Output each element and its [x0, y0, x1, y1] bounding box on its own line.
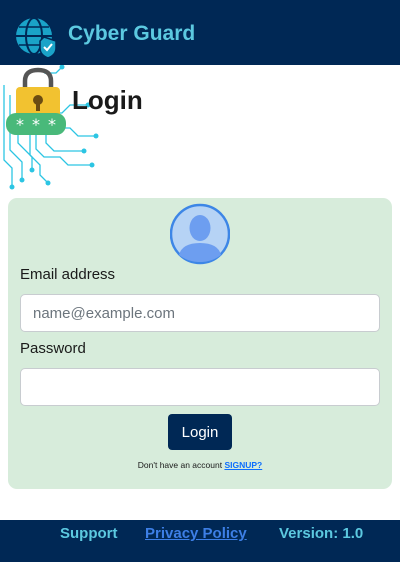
login-card: Email address Password Login Don't have …: [8, 198, 392, 489]
signup-prompt: Don't have an account SIGNUP?: [8, 460, 392, 470]
padlock-password-icon: * * *: [6, 67, 66, 135]
signup-link[interactable]: SIGNUP?: [224, 460, 262, 470]
support-link[interactable]: Support: [60, 525, 118, 542]
svg-text:*: *: [16, 115, 24, 134]
password-label: Password: [20, 340, 86, 357]
version-label: Version: 1.0: [279, 525, 364, 542]
svg-text:*: *: [48, 115, 56, 134]
user-avatar-icon: [170, 203, 230, 265]
password-field[interactable]: [20, 368, 380, 406]
page-header: * * * Login: [0, 65, 400, 195]
privacy-policy-link[interactable]: Privacy Policy: [145, 525, 247, 542]
globe-shield-icon[interactable]: [14, 15, 60, 59]
page-title: Login: [72, 85, 143, 115]
footer: Support Privacy Policy Version: 1.0: [0, 520, 400, 562]
signup-prompt-text: Don't have an account: [137, 460, 223, 470]
email-field[interactable]: [20, 294, 380, 332]
navbar: Cyber Guard: [0, 0, 400, 65]
brand-name[interactable]: Cyber Guard: [68, 22, 195, 46]
email-label: Email address: [20, 266, 116, 283]
svg-text:*: *: [32, 115, 40, 134]
login-button[interactable]: Login: [168, 414, 232, 450]
